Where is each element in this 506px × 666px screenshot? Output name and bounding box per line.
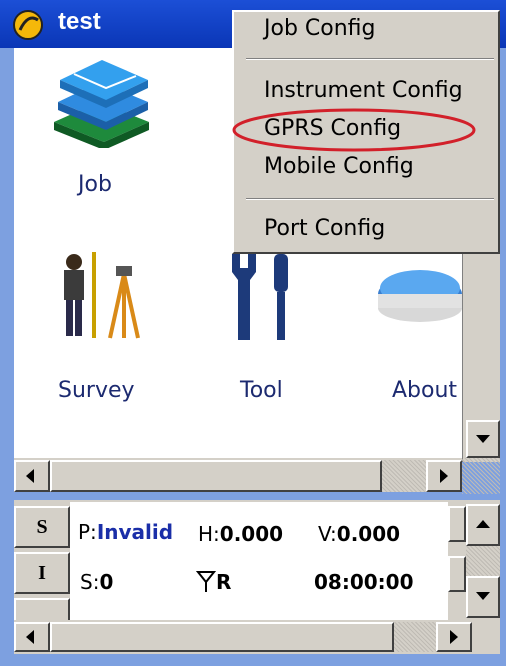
about-label: About [392, 378, 458, 403]
tool-label: Tool [240, 378, 283, 403]
window-title: test [58, 8, 101, 35]
books-icon[interactable] [44, 52, 154, 148]
v-value: 0.000 [336, 522, 401, 546]
scroll-left-button[interactable] [14, 460, 50, 492]
bottom-scroll-thumb[interactable] [50, 622, 394, 652]
menu-separator [246, 198, 494, 200]
status-left-tab[interactable] [448, 506, 466, 542]
gps-receiver-icon[interactable] [374, 258, 464, 328]
survey-label: Survey [58, 378, 135, 403]
status-scroll-up-button[interactable] [466, 504, 500, 546]
h-value: 0.000 [219, 522, 284, 546]
menu-item-port-config[interactable]: Port Config [264, 216, 385, 241]
surveyor-icon[interactable] [52, 248, 148, 344]
scroll-track[interactable] [382, 460, 426, 492]
height-status: H:0.000 [198, 522, 283, 546]
menu-item-instrument-config[interactable]: Instrument Config [264, 78, 463, 103]
menu-item-job-config[interactable]: Job Config [264, 16, 376, 41]
tools-icon[interactable] [226, 250, 302, 346]
receiver-mode: R [216, 570, 232, 594]
scroll-right-button[interactable] [426, 460, 462, 492]
i-button[interactable]: I [14, 552, 70, 594]
s-value: 0 [99, 570, 114, 594]
bottom-scroll-right-button[interactable] [436, 622, 472, 652]
bottom-scroll-track[interactable] [394, 622, 436, 652]
position-status: P:Invalid [78, 520, 173, 544]
menu-separator [246, 58, 494, 60]
v-label: V: [318, 522, 337, 546]
vertical-status: V:0.000 [318, 522, 400, 546]
size-grip [462, 458, 500, 494]
time-display: 08:00:00 [314, 570, 414, 594]
status-scroll-down-button[interactable] [466, 576, 500, 618]
scroll-thumb[interactable] [50, 460, 382, 492]
app-logo-icon [13, 10, 43, 40]
satellite-status: S:0 [80, 570, 113, 594]
antenna-icon [196, 571, 216, 592]
menu-item-mobile-config[interactable]: Mobile Config [264, 154, 414, 179]
p-label: P: [78, 520, 97, 544]
s-button[interactable]: S [14, 506, 70, 548]
status-scroll-track[interactable] [466, 546, 500, 576]
p-value: Invalid [96, 520, 174, 544]
s-label: S: [80, 570, 100, 594]
job-label: Job [78, 172, 112, 197]
gprs-highlight-circle [232, 108, 476, 152]
h-label: H: [198, 522, 220, 546]
status-right-tab[interactable] [448, 556, 466, 592]
scroll-down-button[interactable] [466, 420, 500, 458]
bottom-scroll-left-button[interactable] [14, 622, 50, 652]
